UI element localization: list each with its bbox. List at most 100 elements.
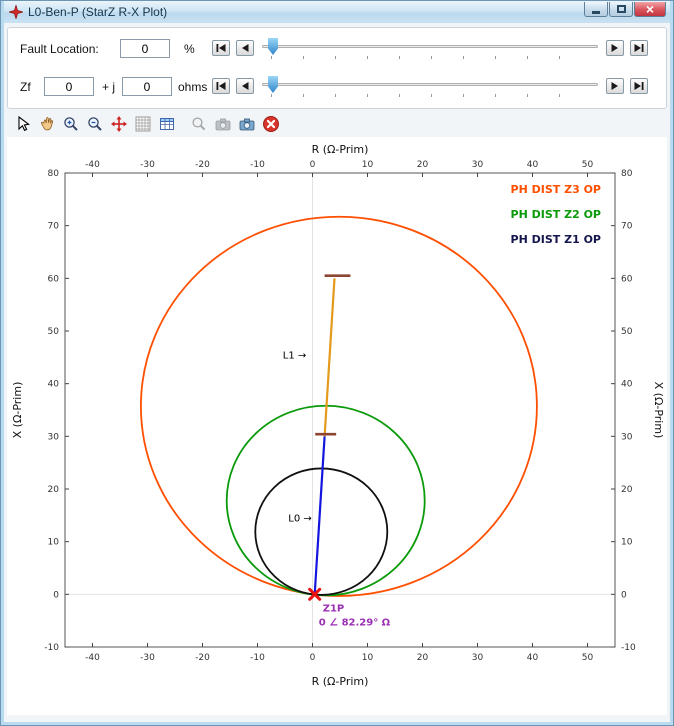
slider-track[interactable] — [262, 83, 598, 86]
segment-label: L1 → — [283, 350, 307, 361]
maximize-icon — [617, 5, 626, 13]
save-image-button[interactable] — [236, 114, 258, 134]
x-tick-label: 40 — [527, 160, 539, 170]
legend-item: PH DIST Z1 OP — [511, 233, 601, 246]
app-window: L0-Ben-P (StarZ R-X Plot) × Fault Locati… — [0, 0, 674, 726]
slider-thumb[interactable] — [268, 38, 278, 55]
window-controls: × — [583, 2, 666, 17]
slider-ticks — [271, 94, 589, 97]
y-tick-label: 60 — [621, 274, 633, 284]
close-button[interactable]: × — [634, 2, 666, 17]
x-tick-label: -20 — [195, 653, 210, 663]
fault-step-forward-button[interactable] — [606, 40, 624, 56]
y-tick-label: 0 — [53, 590, 59, 600]
x-tick-label: 50 — [582, 653, 594, 663]
window-title: L0-Ben-P (StarZ R-X Plot) — [28, 5, 167, 19]
fault-location-label: Fault Location: — [20, 42, 99, 56]
zf-skip-start-button[interactable] — [212, 78, 230, 94]
x-tick-label: 0 — [310, 653, 316, 663]
y-tick-label: 30 — [621, 432, 633, 442]
legend-item: PH DIST Z2 OP — [511, 208, 601, 221]
fault-impedance-value: 0 ∠ 82.29° Ω — [319, 617, 391, 628]
x-tick-label: -40 — [85, 160, 100, 170]
y-tick-label: 50 — [48, 327, 60, 337]
x-tick-label: -30 — [140, 160, 155, 170]
segment-label: L0 → — [288, 514, 312, 525]
zoom-out-button[interactable] — [84, 114, 106, 134]
fault-skip-start-button[interactable] — [212, 40, 230, 56]
x-tick-label: 10 — [362, 160, 374, 170]
data-grid-icon — [158, 115, 176, 133]
close-plot-button[interactable] — [260, 114, 282, 134]
x-tick-label: 30 — [472, 653, 484, 663]
plot-area: -40-40-30-30-20-20-10-100010102020303040… — [7, 137, 667, 715]
close-icon: × — [646, 3, 654, 16]
y-tick-label: 10 — [621, 538, 633, 548]
fault-skip-end-button[interactable] — [630, 40, 648, 56]
zf-step-forward-button[interactable] — [606, 78, 624, 94]
camera-icon — [214, 115, 232, 133]
y-tick-label: 40 — [621, 380, 633, 390]
zf-label: Zf — [20, 80, 31, 94]
y-tick-label: 80 — [621, 169, 633, 179]
x-tick-label: -20 — [195, 160, 210, 170]
fault-location-unit: % — [184, 42, 195, 56]
y-tick-label: 70 — [48, 222, 60, 232]
zf-unit-label: ohms — [178, 80, 207, 94]
data-grid-button[interactable] — [156, 114, 178, 134]
pointer-icon — [14, 115, 32, 133]
minimize-icon — [592, 11, 600, 14]
fault-location-input[interactable] — [120, 39, 170, 58]
plot-toolbar — [7, 111, 667, 137]
x-tick-label: -10 — [250, 160, 265, 170]
zf-skip-end-button[interactable] — [630, 78, 648, 94]
zf-slider[interactable] — [262, 74, 598, 98]
y-tick-label: 20 — [621, 485, 633, 495]
pan-arrows-button[interactable] — [108, 114, 130, 134]
y-tick-label: -10 — [44, 643, 59, 653]
skip-end-icon — [633, 42, 645, 54]
y-tick-label: 60 — [48, 274, 60, 284]
camera-button[interactable] — [212, 114, 234, 134]
y-tick-label: 20 — [48, 485, 60, 495]
fault-step-back-button[interactable] — [236, 40, 254, 56]
rx-plot-canvas[interactable]: -40-40-30-30-20-20-10-100010102020303040… — [7, 137, 669, 711]
zf-imag-input[interactable] — [122, 77, 172, 96]
app-icon — [9, 5, 23, 19]
x-tick-label: -30 — [140, 653, 155, 663]
slider-thumb[interactable] — [268, 76, 278, 93]
y-tick-label: 50 — [621, 327, 633, 337]
zf-step-back-button[interactable] — [236, 78, 254, 94]
minimize-button[interactable] — [584, 2, 608, 17]
zf-plus-j-label: + j — [102, 80, 115, 94]
x-tick-label: -10 — [250, 653, 265, 663]
zoom-window-icon — [190, 115, 208, 133]
pointer-tool-button[interactable] — [12, 114, 34, 134]
y-tick-label: 80 — [48, 169, 60, 179]
titlebar[interactable]: L0-Ben-P (StarZ R-X Plot) × — [4, 1, 670, 23]
pan-hand-button[interactable] — [36, 114, 58, 134]
slider-ticks — [271, 56, 589, 59]
zoom-out-icon — [86, 115, 104, 133]
fault-location-slider[interactable] — [262, 36, 598, 60]
step-forward-icon — [609, 80, 621, 92]
zoom-in-button[interactable] — [60, 114, 82, 134]
y-axis-title-right: X (Ω-Prim) — [652, 382, 665, 439]
x-tick-label: 0 — [310, 160, 316, 170]
step-back-icon — [239, 42, 251, 54]
zf-real-input[interactable] — [44, 77, 94, 96]
fault-label: Z1P — [323, 603, 345, 614]
client-area: Fault Location: % Zf + j — [4, 23, 670, 722]
maximize-button[interactable] — [609, 2, 633, 17]
y-tick-label: 10 — [48, 538, 60, 548]
legend-item: PH DIST Z3 OP — [511, 183, 601, 196]
step-forward-icon — [609, 42, 621, 54]
zoom-window-button[interactable] — [188, 114, 210, 134]
grid-toggle-button[interactable] — [132, 114, 154, 134]
controls-panel: Fault Location: % Zf + j — [7, 27, 667, 109]
slider-track[interactable] — [262, 45, 598, 48]
save-image-icon — [238, 115, 256, 133]
x-tick-label: 20 — [417, 160, 429, 170]
close-plot-icon — [262, 115, 280, 133]
skip-start-icon — [215, 42, 227, 54]
